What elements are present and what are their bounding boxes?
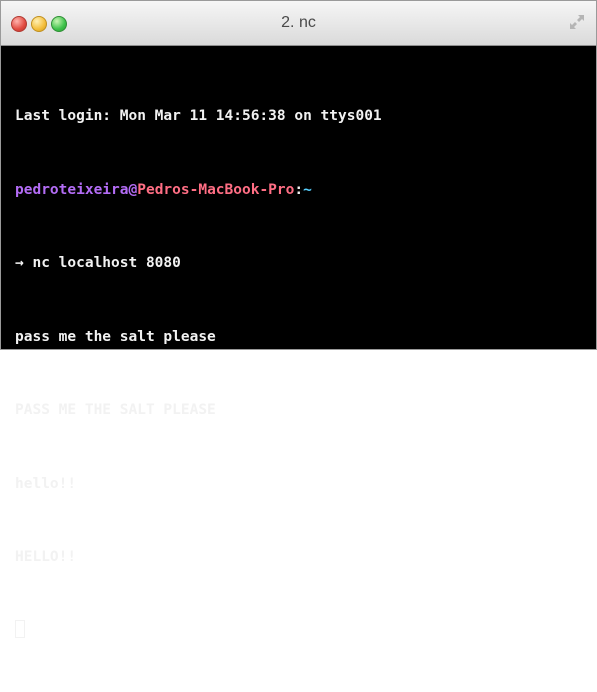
- prompt-host: Pedros-MacBook-Pro: [137, 181, 295, 198]
- fullscreen-button[interactable]: [568, 13, 586, 31]
- command-line: → nc localhost 8080: [15, 255, 181, 271]
- output-line: pass me the salt please: [15, 328, 216, 345]
- output-line: HELLO!!: [15, 549, 77, 565]
- prompt-user: pedroteixeira: [15, 181, 129, 198]
- prompt-line: pedroteixeira@Pedros-MacBook-Pro:~: [15, 178, 585, 203]
- last-login-line: Last login: Mon Mar 11 14:56:38 on ttys0…: [15, 108, 382, 124]
- output-line: PASS ME THE SALT PLEASE: [15, 402, 216, 418]
- terminal-window: 2. nc Last login: Mon Mar 11 14:56:38 on…: [0, 0, 597, 638]
- title-bar[interactable]: 2. nc: [1, 1, 596, 46]
- prompt-at: @: [128, 181, 138, 198]
- terminal-output[interactable]: Last login: Mon Mar 11 14:56:38 on ttys0…: [15, 55, 585, 692]
- text-cursor: [15, 619, 25, 638]
- window-title: 2. nc: [281, 14, 316, 31]
- output-line: hello!!: [15, 475, 77, 492]
- prompt-colon: :: [294, 181, 304, 198]
- fullscreen-arrows-icon: [570, 15, 584, 29]
- input-line[interactable]: [15, 619, 585, 644]
- prompt-path: ~: [303, 181, 312, 198]
